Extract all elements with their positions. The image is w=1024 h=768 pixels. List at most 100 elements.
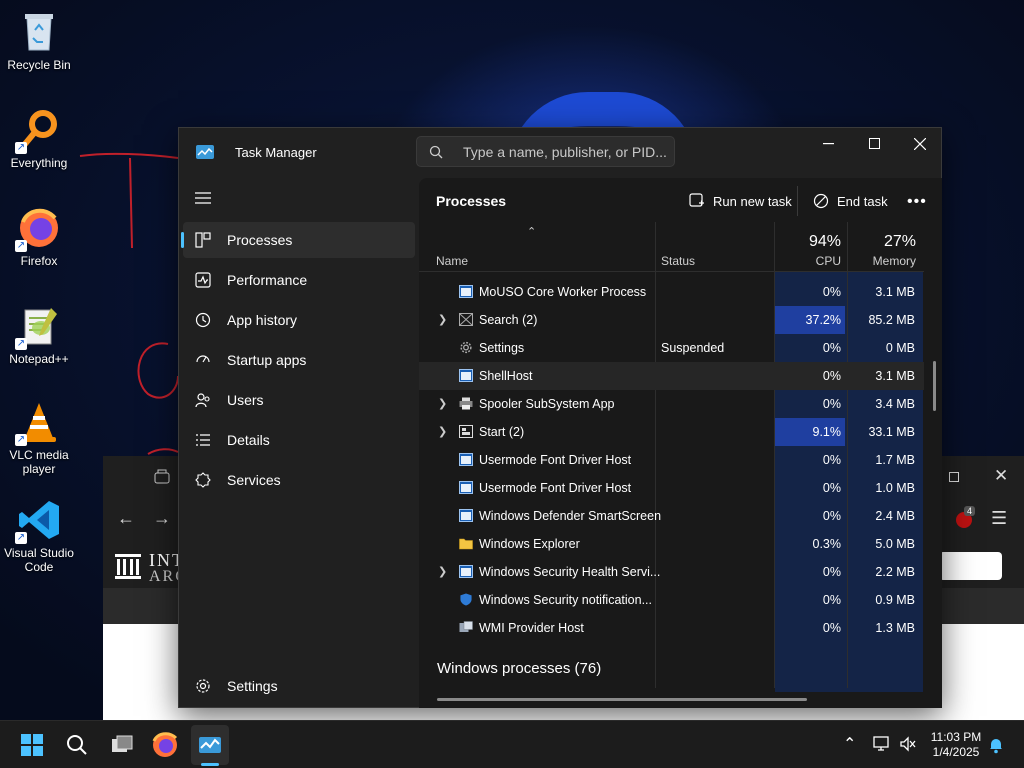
nav-item-startup-apps[interactable]: Startup apps — [183, 342, 415, 378]
hamburger-menu-icon[interactable] — [195, 191, 211, 205]
browser-menu-icon[interactable]: ☰ — [991, 508, 1007, 529]
search-placeholder: Type a name, publisher, or PID... — [463, 144, 667, 160]
process-memory: 0.9 MB — [875, 593, 915, 607]
process-row[interactable]: WMI Provider Host 0% 1.3 MB — [419, 614, 924, 642]
archive-logo-icon — [115, 554, 141, 579]
desktop-icon-notepadpp[interactable]: ↗ Notepad++ — [0, 304, 78, 366]
forward-arrow-icon[interactable]: → — [153, 508, 171, 529]
process-row[interactable]: Usermode Font Driver Host 0% 1.7 MB — [419, 446, 924, 474]
nav-item-processes[interactable]: Processes — [181, 222, 415, 258]
active-indicator — [181, 232, 184, 248]
process-memory: 5.0 MB — [875, 537, 915, 551]
taskbar: ⌃ 11:03 PM 1/4/2025 — [0, 720, 1024, 768]
expand-chevron-icon[interactable]: ❯ — [438, 425, 448, 438]
process-memory: 33.1 MB — [868, 425, 915, 439]
expand-chevron-icon[interactable]: ❯ — [438, 565, 448, 578]
task-manager-taskbar-icon[interactable] — [194, 729, 226, 761]
title-bar[interactable]: Task Manager Type a name, publisher, or … — [179, 128, 943, 178]
process-row[interactable]: ❯ Spooler SubSystem App 0% 3.4 MB — [419, 390, 924, 418]
process-row[interactable]: Windows Defender SmartScreen 0% 2.4 MB — [419, 502, 924, 530]
volume-muted-icon[interactable] — [899, 736, 917, 752]
close-button[interactable] — [897, 130, 943, 160]
search-icon[interactable] — [61, 729, 93, 761]
process-memory: 1.7 MB — [875, 453, 915, 467]
expand-chevron-icon[interactable]: ❯ — [438, 313, 448, 326]
page-title: Processes — [436, 193, 507, 209]
network-icon[interactable] — [873, 736, 891, 752]
nav-item-label: Details — [227, 432, 270, 448]
nav-item-label: Users — [227, 392, 264, 408]
more-options-icon[interactable]: ••• — [907, 193, 927, 211]
process-row[interactable]: Usermode Font Driver Host 0% 1.0 MB — [419, 474, 924, 502]
process-memory: 3.1 MB — [875, 369, 915, 383]
desktop-icon-vscode[interactable]: ↗ Visual Studio Code — [0, 498, 78, 574]
vertical-scrollbar-thumb[interactable] — [933, 361, 936, 411]
extension-badge: 4 — [964, 506, 976, 516]
process-name: Usermode Font Driver Host — [479, 481, 632, 495]
services-icon — [195, 472, 211, 488]
browser-search-box[interactable] — [939, 552, 1002, 580]
run-new-task-button[interactable]: Run new task — [689, 190, 795, 214]
horizontal-scrollbar-thumb[interactable] — [437, 698, 807, 701]
process-row[interactable]: MoUSO Core Worker Process 0% 3.1 MB — [419, 278, 924, 306]
desktop-icon-firefox[interactable]: ↗ Firefox — [0, 206, 78, 268]
vlc-cone-icon: ↗ — [15, 400, 61, 446]
process-row[interactable]: Settings Suspended 0% 0 MB — [419, 334, 924, 362]
process-cpu: 0% — [822, 509, 841, 523]
browser-maximize-icon[interactable] — [949, 472, 959, 482]
nav-item-details[interactable]: Details — [183, 422, 415, 458]
notification-bell-icon[interactable] — [988, 736, 1004, 754]
process-name: Windows Security Health Servi... — [479, 565, 661, 579]
show-hidden-icons-chevron[interactable]: ⌃ — [843, 734, 856, 754]
process-row[interactable]: ShellHost 0% 3.1 MB — [419, 362, 924, 390]
maximize-icon — [869, 138, 880, 149]
shield-process-icon — [459, 593, 473, 606]
process-cpu: 0% — [822, 341, 841, 355]
process-row[interactable]: ❯ Search (2) 37.2% 85.2 MB — [419, 306, 924, 334]
windows-start-icon[interactable] — [16, 729, 48, 761]
nav-item-settings[interactable]: Settings — [183, 668, 415, 704]
task-view-icon[interactable] — [106, 729, 138, 761]
process-name: ShellHost — [479, 369, 533, 383]
tab-actions-icon[interactable] — [153, 469, 171, 485]
column-label: Name — [436, 254, 469, 268]
process-name: Search (2) — [479, 313, 538, 327]
column-header-status[interactable]: Status — [655, 225, 774, 271]
desktop-icon-everything[interactable]: ↗ Everything — [0, 108, 78, 170]
users-icon — [195, 393, 210, 408]
firefox-icon[interactable] — [149, 729, 181, 761]
nav-item-users[interactable]: Users — [183, 382, 415, 418]
gear-process-icon — [459, 341, 473, 354]
column-label: Status — [661, 254, 696, 268]
nav-item-services[interactable]: Services — [183, 462, 415, 498]
process-name: WMI Provider Host — [479, 621, 584, 635]
search-input[interactable]: Type a name, publisher, or PID... — [416, 136, 675, 167]
group-header-windows-processes[interactable]: Windows processes (76) — [437, 660, 601, 677]
desktop-icon-vlc[interactable]: ↗ VLC media player — [0, 400, 78, 476]
back-arrow-icon[interactable]: ← — [117, 508, 135, 529]
browser-close-icon[interactable]: ✕ — [994, 466, 1008, 486]
system-clock[interactable]: 11:03 PM 1/4/2025 — [924, 730, 988, 760]
process-row[interactable]: Windows Explorer 0.3% 5.0 MB — [419, 530, 924, 558]
process-row[interactable]: ❯ Windows Security Health Servi... 0% 2.2 M… — [419, 558, 924, 586]
window-process-icon — [459, 285, 473, 298]
column-label: Memory — [872, 254, 916, 268]
desktop-icon-recycle-bin[interactable]: Recycle Bin — [0, 10, 78, 72]
column-header-memory[interactable]: 27% Memory — [848, 225, 924, 271]
column-header-name[interactable]: ⌃ Name — [419, 225, 655, 271]
maximize-button[interactable] — [851, 130, 897, 160]
expand-chevron-icon[interactable]: ❯ — [438, 397, 448, 410]
nav-item-app-history[interactable]: App history — [183, 302, 415, 338]
process-memory: 3.4 MB — [875, 397, 915, 411]
process-memory: 2.2 MB — [875, 565, 915, 579]
printer-process-icon — [459, 397, 473, 410]
nav-item-performance[interactable]: Performance — [183, 262, 415, 298]
column-header-cpu[interactable]: 94% CPU — [775, 225, 847, 271]
desktop-icon-label: Notepad++ — [9, 352, 69, 366]
end-task-button[interactable]: End task — [813, 190, 893, 214]
task-manager-window[interactable]: Task Manager Type a name, publisher, or … — [178, 127, 942, 708]
processes-icon — [195, 232, 211, 248]
process-row[interactable]: Windows Security notification... 0% 0.9 MB — [419, 586, 924, 614]
minimize-button[interactable] — [805, 130, 851, 160]
process-row[interactable]: ❯ Start (2) 9.1% 33.1 MB — [419, 418, 924, 446]
